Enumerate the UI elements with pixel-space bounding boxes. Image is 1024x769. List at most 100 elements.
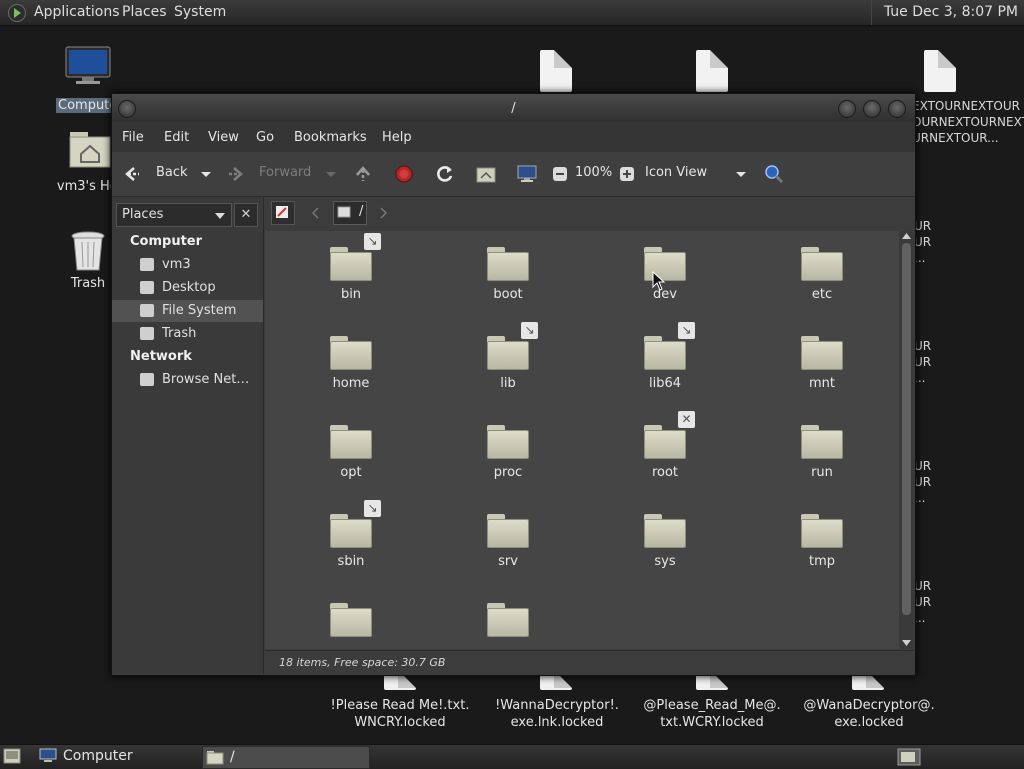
symlink-emblem-icon: ↘ bbox=[364, 233, 381, 250]
view-mode-dropdown-icon[interactable] bbox=[731, 164, 751, 184]
folder-item[interactable]: ↘ lib64 bbox=[615, 322, 715, 391]
distro-logo-icon[interactable] bbox=[8, 4, 26, 22]
desktop-file-icon[interactable] bbox=[540, 50, 572, 92]
folder-label: proc bbox=[493, 465, 523, 480]
stop-icon[interactable] bbox=[394, 164, 414, 184]
search-icon[interactable] bbox=[764, 164, 784, 184]
breadcrumb-root[interactable]: / bbox=[333, 201, 367, 225]
folder-item[interactable]: home bbox=[301, 336, 401, 391]
folder-item[interactable]: tmp bbox=[772, 514, 872, 569]
icon-view[interactable]: ↘ bin boot dev etc home ↘ lib ↘ lib64 mnt opt proc ✕ r… bbox=[265, 231, 899, 649]
forward-arrow-icon[interactable] bbox=[226, 164, 246, 184]
sidebar-item-file-system[interactable]: File System bbox=[112, 300, 263, 322]
folder-icon bbox=[487, 247, 529, 281]
dropdown-arrow-icon bbox=[215, 213, 225, 219]
symlink-emblem-icon: ↘ bbox=[521, 322, 538, 339]
folder-icon bbox=[801, 425, 843, 459]
folder-label: bin bbox=[340, 287, 362, 302]
folder-label: sys bbox=[654, 554, 676, 569]
folder-icon: ↘ bbox=[644, 322, 695, 370]
unreadable-emblem-icon: ✕ bbox=[678, 411, 695, 428]
crumb-left-arrow-icon[interactable] bbox=[311, 207, 321, 219]
clock[interactable]: Tue Dec 3, 8:07 PM bbox=[870, 0, 1024, 25]
up-arrow-icon[interactable] bbox=[353, 164, 373, 184]
desktop-file-icon[interactable] bbox=[696, 50, 728, 92]
zoom-out-icon[interactable] bbox=[550, 164, 570, 184]
sidebar-item-vm3[interactable]: vm3 bbox=[112, 254, 263, 276]
maximize-button[interactable] bbox=[863, 100, 881, 118]
close-sidebar-button[interactable]: ✕ bbox=[234, 203, 258, 227]
crumb-right-arrow-icon[interactable] bbox=[378, 207, 388, 219]
folder-item[interactable]: ✕ root bbox=[615, 411, 715, 480]
back-arrow-icon[interactable] bbox=[122, 164, 142, 184]
scroll-up-arrow-icon[interactable] bbox=[902, 232, 911, 240]
desktop-file-label[interactable]: !WannaDecryptor!. exe.lnk.locked bbox=[477, 697, 637, 731]
vertical-scrollbar[interactable] bbox=[899, 231, 914, 649]
folder-item[interactable]: opt bbox=[301, 425, 401, 480]
sidebar-heading-network: Network bbox=[130, 349, 192, 364]
menu-bookmarks[interactable]: Bookmarks bbox=[294, 130, 367, 145]
folder-item[interactable]: sys bbox=[615, 514, 715, 569]
home-icon[interactable] bbox=[476, 164, 496, 184]
back-button[interactable]: Back bbox=[156, 165, 188, 180]
folder-label: mnt bbox=[809, 376, 835, 391]
toolbar: Back Forward 100% Icon View bbox=[112, 152, 915, 197]
folder-item[interactable]: srv bbox=[458, 514, 558, 569]
desktop-file-label[interactable]: @WanaDecryptor@. exe.locked bbox=[789, 697, 949, 731]
taskbar-item-root-folder[interactable]: / bbox=[202, 746, 370, 769]
toggle-location-entry-button[interactable] bbox=[271, 201, 295, 225]
applications-menu[interactable]: Applications bbox=[34, 4, 120, 20]
zoom-in-icon[interactable] bbox=[617, 164, 637, 184]
folder-item[interactable]: proc bbox=[458, 425, 558, 480]
close-button[interactable] bbox=[888, 100, 906, 118]
folder-item[interactable]: mnt bbox=[772, 336, 872, 391]
computer-icon[interactable] bbox=[517, 164, 537, 184]
forward-button[interactable]: Forward bbox=[259, 165, 311, 180]
folder-item[interactable]: etc bbox=[772, 247, 872, 302]
menu-view[interactable]: View bbox=[208, 130, 239, 145]
sidebar-item-browse-network[interactable]: Browse Net… bbox=[112, 369, 263, 391]
folder-item[interactable]: boot bbox=[458, 247, 558, 302]
workspace-switcher-icon[interactable] bbox=[897, 748, 921, 766]
folder-item[interactable] bbox=[458, 603, 558, 643]
taskbar-item-computer[interactable]: Computer bbox=[36, 746, 196, 767]
reload-icon[interactable] bbox=[435, 164, 455, 184]
location-bar: / bbox=[264, 197, 914, 229]
folder-icon: ↘ bbox=[330, 233, 381, 281]
folder-label: tmp bbox=[808, 554, 835, 569]
folder-item[interactable]: run bbox=[772, 425, 872, 480]
forward-history-dropdown-icon[interactable] bbox=[321, 164, 341, 184]
folder-icon bbox=[487, 603, 529, 637]
system-menu[interactable]: System bbox=[174, 4, 226, 20]
folder-label: boot bbox=[493, 287, 523, 302]
desktop-file-icon[interactable] bbox=[924, 50, 956, 92]
folder-item[interactable]: ↘ lib bbox=[458, 322, 558, 391]
menu-edit[interactable]: Edit bbox=[164, 130, 189, 145]
window-titlebar[interactable]: / bbox=[112, 94, 915, 122]
mouse-cursor-icon bbox=[652, 271, 666, 291]
back-history-dropdown-icon[interactable] bbox=[196, 164, 216, 184]
sidebar: Places ✕ Computer vm3 Desktop File Syste… bbox=[112, 197, 264, 674]
view-mode-select[interactable]: Icon View bbox=[645, 165, 707, 180]
sidebar-mode-select[interactable]: Places bbox=[116, 203, 232, 227]
menu-go[interactable]: Go bbox=[256, 130, 274, 145]
show-desktop-icon[interactable] bbox=[3, 748, 21, 764]
sidebar-item-desktop[interactable]: Desktop bbox=[112, 277, 263, 299]
desktop-file-label[interactable]: !Please Read Me!.txt. WNCRY.locked bbox=[320, 697, 480, 731]
folder-item[interactable]: ↘ sbin bbox=[301, 500, 401, 569]
zoom-level[interactable]: 100% bbox=[575, 165, 612, 180]
menu-help[interactable]: Help bbox=[382, 130, 412, 145]
overlapping-label: UR UR ... bbox=[914, 579, 932, 625]
folder-item[interactable]: ↘ bin bbox=[301, 233, 401, 302]
menu-file[interactable]: File bbox=[122, 130, 144, 145]
scrollbar-thumb[interactable] bbox=[902, 243, 911, 615]
folder-label: srv bbox=[498, 554, 518, 569]
scroll-down-arrow-icon[interactable] bbox=[902, 639, 911, 647]
folder-label: opt bbox=[340, 465, 362, 480]
places-menu[interactable]: Places bbox=[122, 4, 167, 20]
sidebar-item-trash[interactable]: Trash bbox=[112, 323, 263, 345]
folder-item[interactable] bbox=[301, 603, 401, 643]
desktop-file-label[interactable]: @Please_Read_Me@. txt.WCRY.locked bbox=[632, 697, 792, 731]
folder-label: sbin bbox=[337, 554, 365, 569]
minimize-button[interactable] bbox=[838, 100, 856, 118]
